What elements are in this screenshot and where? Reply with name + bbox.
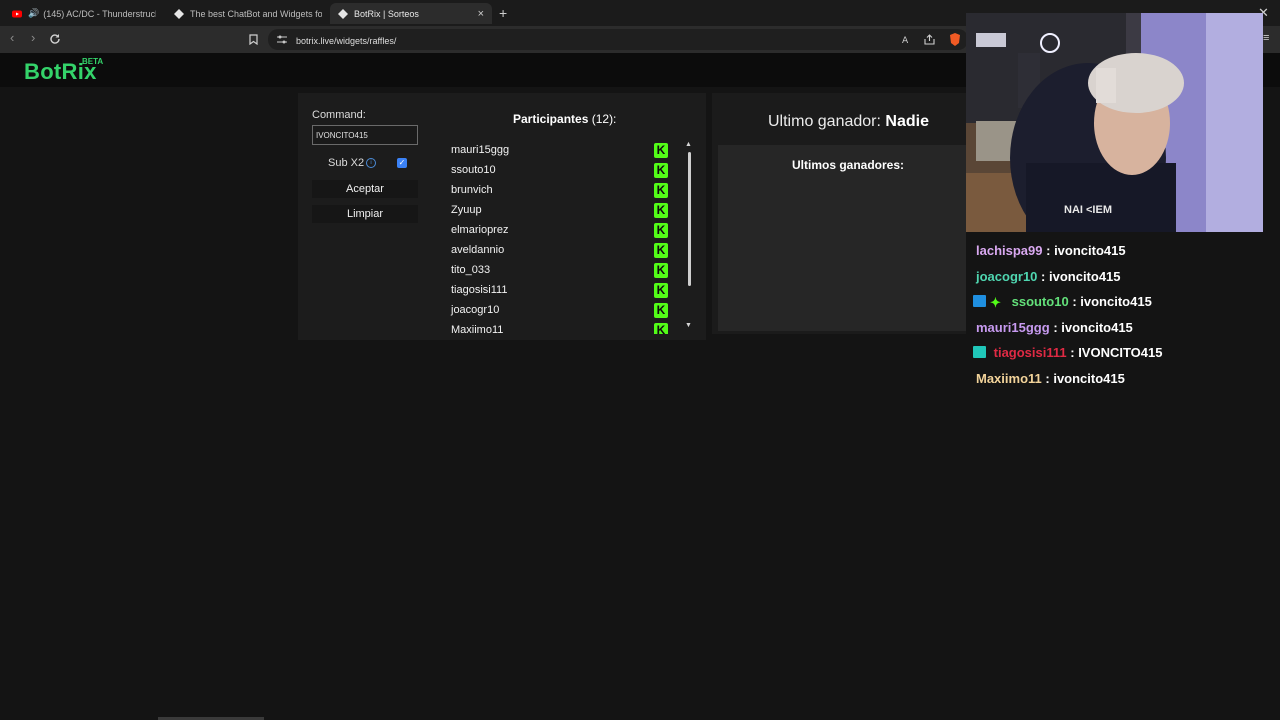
participant-name: Zyuup [451,204,482,216]
webcam-feed: NAI <IEM [966,13,1263,232]
kick-icon: K [654,323,668,334]
vip-badge-icon: ✦ [990,295,1001,310]
command-input[interactable] [312,125,418,145]
list-item[interactable]: mauri15ggg K [436,141,678,161]
tab-label: The best ChatBot and Widgets for Ki [190,8,322,19]
recent-winners-title: Ultimos ganadores: [792,158,905,172]
kick-icon: K [654,223,668,238]
brave-shield-icon[interactable] [949,33,961,46]
botrix-favicon-icon [338,8,348,19]
menu-icon[interactable]: ≡ [1263,32,1269,44]
tab-youtube[interactable]: 🔊 (145) AC/DC - Thunderstruck (Offi [4,3,156,24]
participant-name: brunvich [451,184,493,196]
moderator-badge-icon [973,295,986,307]
new-tab-button[interactable]: + [499,5,507,21]
sub-x2-checkbox[interactable]: ✓ [397,158,407,168]
participants-list[interactable]: mauri15ggg K ssouto10 K brunvich K Zyuup K e… [436,141,678,334]
accept-button[interactable]: Aceptar [312,180,418,198]
participant-name: mauri15ggg [451,144,510,156]
back-icon[interactable]: ‹ [10,30,14,45]
list-item[interactable]: Zyuup K [436,201,678,221]
chat-username: tiagosisi111 [993,345,1067,360]
chat-message: mauri15ggg : ivoncito415 [976,320,1133,335]
chat-text: : ivoncito415 [1045,371,1125,386]
chat-text: : ivoncito415 [1041,269,1121,284]
participant-name: elmarioprez [451,224,509,236]
reload-icon[interactable] [49,33,61,45]
subscriber-badge-icon [973,346,986,358]
winners-list-area [718,145,966,331]
clear-button[interactable]: Limpiar [312,205,418,223]
kick-icon: K [654,203,668,218]
chat-message: lachispa99 : ivoncito415 [976,243,1126,258]
url-text[interactable]: botrix.live/widgets/raffles/ [296,36,396,46]
list-item[interactable]: joacogr10 K [436,301,678,321]
sub-x2-label: Sub X2 [328,157,365,169]
participant-name: joacogr10 [451,304,500,316]
chat-text: : ivoncito415 [1053,320,1133,335]
participant-name: Maxiimo11 [451,324,504,334]
site-settings-icon[interactable] [277,35,287,44]
chat-message: ✦ ssouto10 : ivoncito415 [973,294,1152,309]
chat-message: Maxiimo11 : ivoncito415 [976,371,1125,386]
svg-text:A: A [902,36,909,45]
last-winner-value: Nadie [885,113,929,130]
scroll-down-icon[interactable]: ▼ [685,322,692,329]
kick-icon: K [654,283,668,298]
list-item[interactable]: elmarioprez K [436,221,678,241]
chat-username: lachispa99 [976,243,1043,258]
chat-username: Maxiimo11 [976,371,1042,386]
participants-label: Participantes [513,112,589,126]
kick-icon: K [654,163,668,178]
participants-count: (12): [591,112,617,126]
tab-botrix-sorteos[interactable]: BotRix | Sorteos × [330,3,492,24]
participant-name: tito_033 [451,264,491,276]
kick-icon: K [654,303,668,318]
participant-name: aveldannio [451,244,505,256]
botrix-favicon-icon [174,8,184,19]
command-label: Command: [312,109,366,121]
info-icon[interactable]: i [366,158,376,168]
participant-name: ssouto10 [451,164,496,176]
tab-label: (145) AC/DC - Thunderstruck (Offi [43,8,156,19]
chat-username: ssouto10 [1011,294,1069,309]
tab-label: BotRix | Sorteos [354,8,419,19]
list-item[interactable]: Maxiimo11 K [436,321,678,334]
webcam-overlay: NAI <IEM [966,13,1263,232]
svg-text:NAI <IEM: NAI <IEM [1064,204,1112,216]
chat-text: : ivoncito415 [1072,294,1152,309]
participant-name: tiagosisi111 [451,284,508,296]
chat-message: joacogr10 : ivoncito415 [976,269,1121,284]
close-tab-icon[interactable]: × [478,8,484,20]
chat-username: mauri15ggg [976,320,1050,335]
scroll-up-icon[interactable]: ▲ [685,141,692,148]
scrollbar-thumb[interactable] [688,152,691,286]
list-item[interactable]: brunvich K [436,181,678,201]
kick-icon: K [654,183,668,198]
kick-icon: K [654,243,668,258]
chat-text: : ivoncito415 [1046,243,1126,258]
chat-message: tiagosisi111 : IVONCITO415 [973,345,1162,360]
chat-username: joacogr10 [976,269,1038,284]
bookmark-icon[interactable] [249,34,258,45]
chat-text: : IVONCITO415 [1070,345,1163,360]
last-winner-label: Ultimo ganador: [768,113,881,130]
translate-icon[interactable]: A [902,34,913,45]
last-winner: Ultimo ganador: Nadie [768,113,929,131]
list-item[interactable]: ssouto10 K [436,161,678,181]
kick-icon: K [654,143,668,158]
list-item[interactable]: tiagosisi111 K [436,281,678,301]
list-item[interactable]: aveldannio K [436,241,678,261]
participants-title: Participantes (12): [513,112,616,126]
youtube-icon [12,10,22,17]
list-item[interactable]: tito_033 K [436,261,678,281]
forward-icon[interactable]: › [31,30,35,45]
kick-icon: K [654,263,668,278]
tab-botrix-home[interactable]: The best ChatBot and Widgets for Ki [166,3,322,24]
beta-badge: BETA [82,57,104,66]
speaker-icon[interactable]: 🔊 [28,8,39,19]
share-icon[interactable] [924,34,935,45]
